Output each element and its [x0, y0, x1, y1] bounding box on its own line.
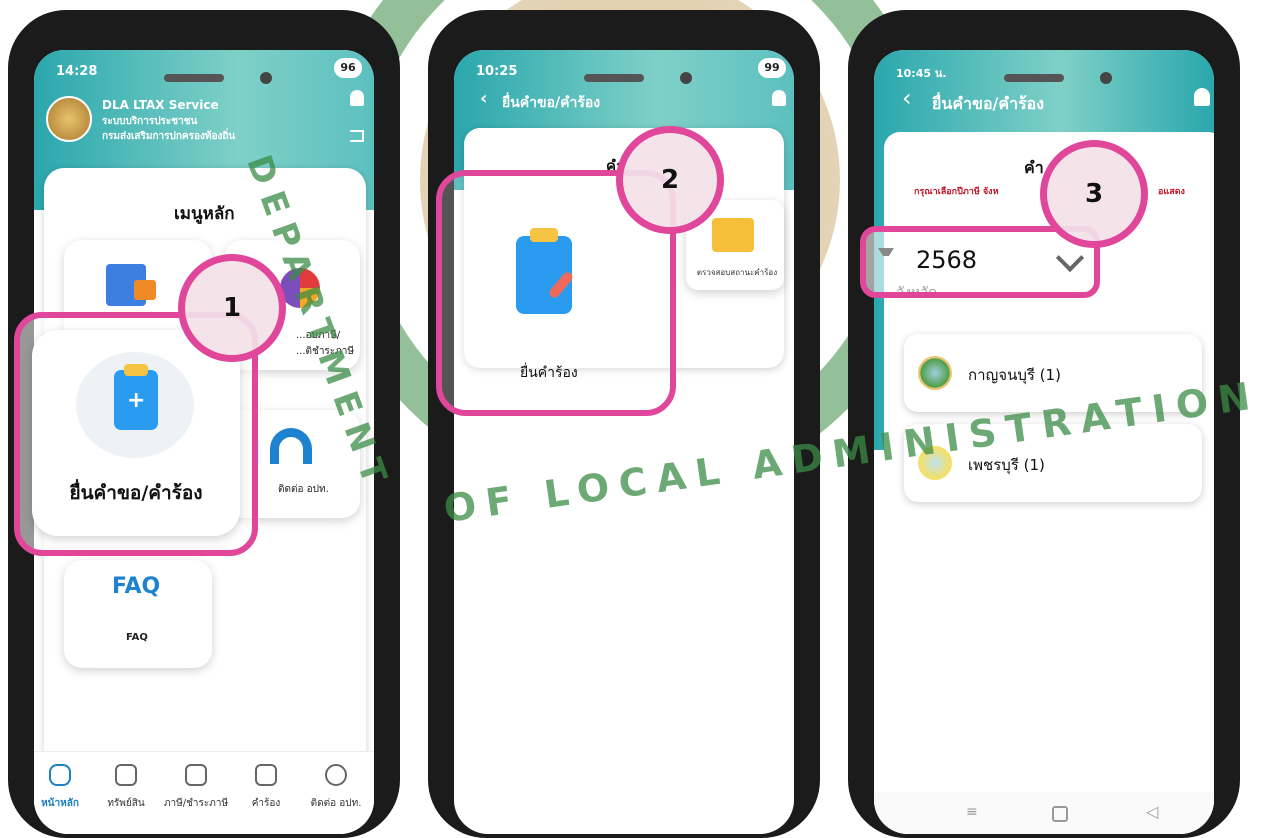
envelope-clock-icon — [712, 218, 754, 252]
nav-tax[interactable]: ภาษี/ชำระภาษี — [162, 764, 230, 811]
clipboard-plus-icon: + — [114, 364, 158, 430]
status-time: 10:45 น. — [896, 67, 947, 80]
home-icon — [49, 764, 71, 786]
status-time: 14:28 — [56, 64, 98, 79]
app-subtitle-2: กรมส่งเสริมการปกครองท้องถิ่น — [102, 131, 236, 142]
edit-note-icon — [255, 764, 277, 786]
wallet-icon — [185, 764, 207, 786]
nav-home[interactable]: หน้าหลัก — [34, 764, 94, 811]
home-square-icon[interactable] — [1052, 806, 1068, 822]
step-2-marker: 2 — [616, 126, 724, 234]
headset-icon — [270, 428, 312, 464]
nav-requests[interactable]: คำร้อง — [232, 764, 300, 811]
status-time: 10:25 — [476, 64, 518, 79]
step-3-marker: 3 — [1040, 140, 1148, 248]
app-subtitle-1: ระบบบริการประชาชน — [102, 116, 198, 127]
back-triangle-icon[interactable]: ◁ — [1146, 802, 1158, 821]
page-title: ยื่นคำขอ/คำร้อง — [932, 94, 1045, 113]
faq-art: FAQ — [112, 574, 161, 599]
faq-tile[interactable]: FAQ FAQ — [64, 560, 212, 668]
battery-badge: 96 — [334, 58, 362, 78]
bell-icon[interactable] — [1194, 88, 1210, 106]
system-nav-bar: ≡ ◁ — [874, 792, 1214, 834]
nav-contact[interactable]: ติดต่อ อปท. — [302, 764, 370, 811]
menu-title: เมนูหลัก — [174, 204, 235, 224]
page-title: ยื่นคำขอ/คำร้อง — [502, 95, 601, 111]
building-outline-icon — [115, 764, 137, 786]
app-title: DLA LTAX Service — [102, 98, 219, 112]
menu-lines-icon[interactable]: ≡ — [966, 804, 978, 820]
battery-badge: 99 — [758, 58, 786, 78]
back-chevron-icon[interactable]: ‹ — [480, 88, 487, 109]
submit-request-label[interactable]: ยื่นคำร้อง — [520, 362, 578, 384]
highlight-label: ยื่นคำขอ/คำร้อง — [69, 482, 203, 504]
nav-property[interactable]: ทรัพย์สิน — [92, 764, 160, 811]
bell-icon[interactable] — [350, 90, 364, 106]
user-circle-icon — [325, 764, 347, 786]
step-1-marker: 1 — [178, 254, 286, 362]
back-chevron-icon[interactable]: ‹ — [902, 84, 912, 112]
phone-2: 10:25 99 ‹ ยื่นคำขอ/คำร้อง คำ ตรวจสอบสถา… — [428, 10, 820, 838]
bottom-nav: หน้าหลัก ทรัพย์สิน ภาษี/ชำระภาษี คำร้อง … — [34, 751, 374, 834]
logout-icon[interactable] — [350, 130, 364, 142]
submit-request-tile-zoomed[interactable]: + ยื่นคำขอ/คำร้อง — [32, 330, 240, 536]
year-select-value[interactable]: 2568 — [916, 246, 977, 274]
submit-request-icon — [516, 228, 575, 314]
dla-logo — [46, 96, 92, 142]
province-seal-icon — [918, 356, 952, 390]
bell-icon[interactable] — [772, 90, 786, 106]
instruction-text: กรุณาเลือกปีภาษี จังห — [914, 187, 999, 197]
